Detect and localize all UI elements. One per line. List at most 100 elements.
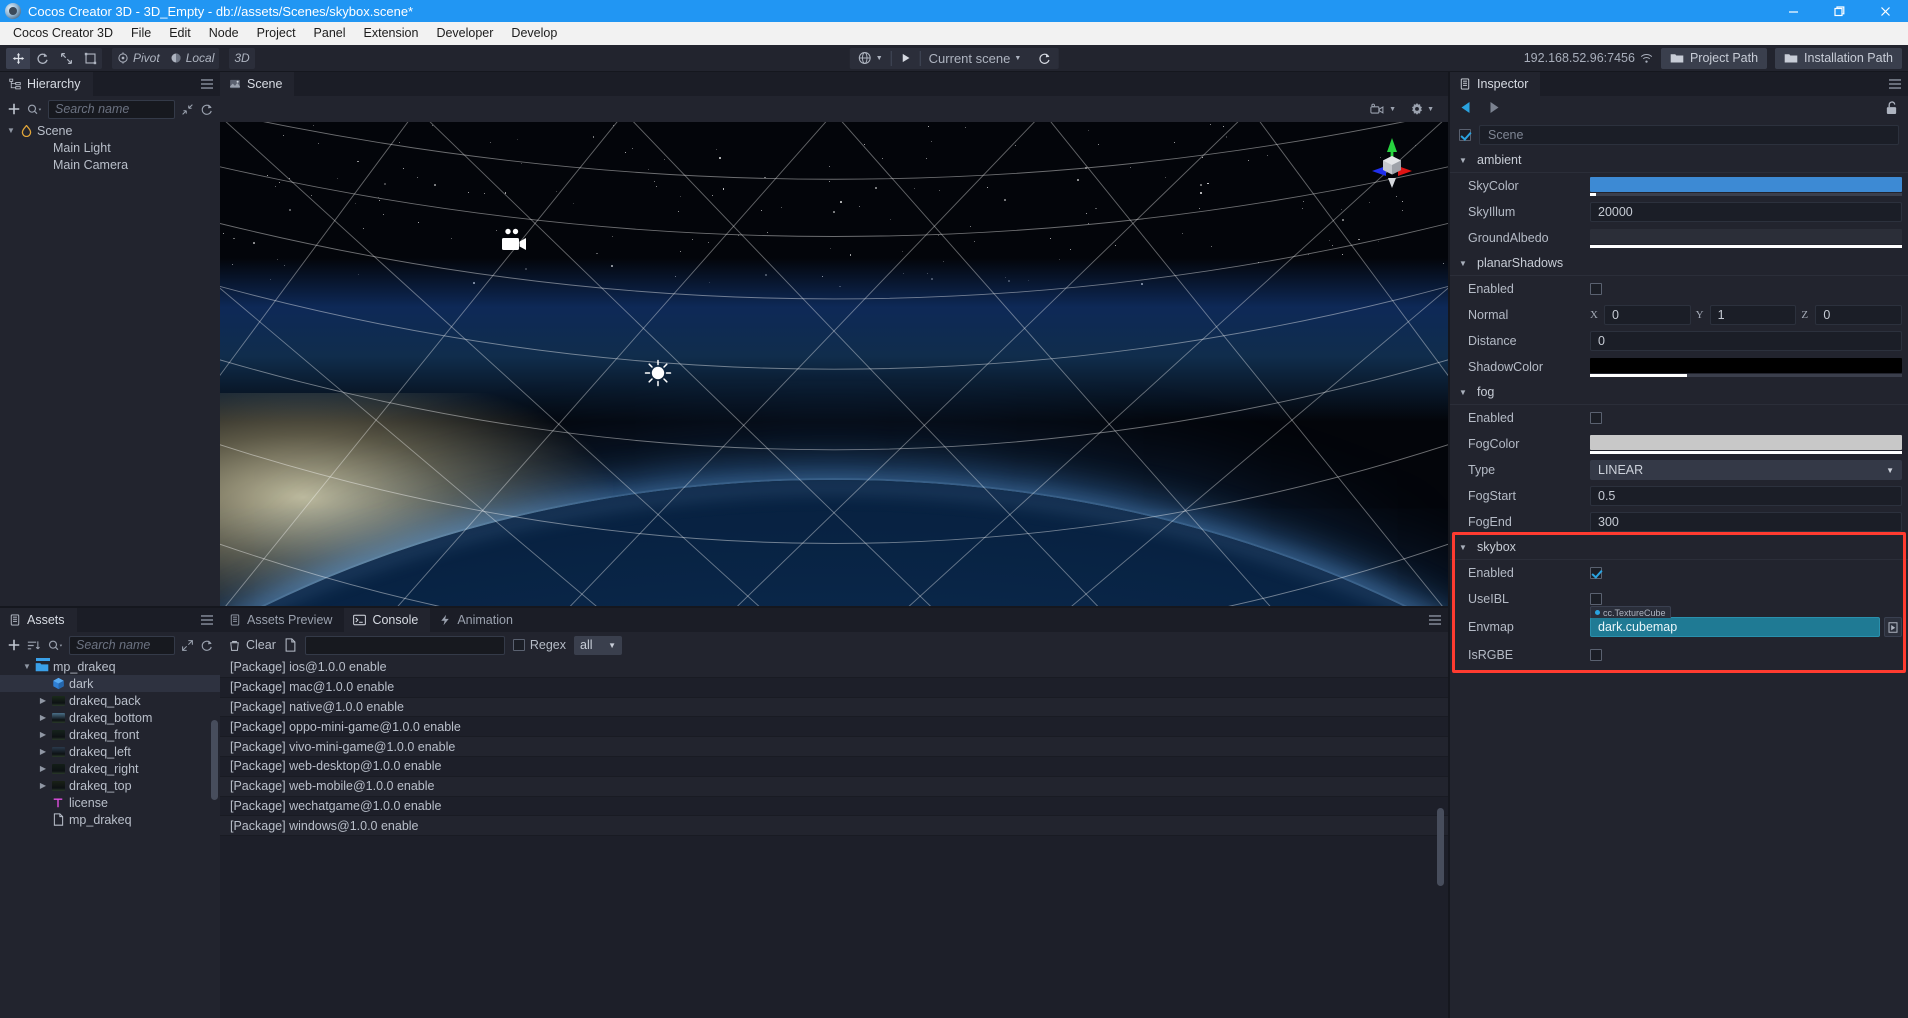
normal-x-input[interactable]: 0	[1604, 305, 1691, 325]
planar-distance-input[interactable]: 0	[1590, 331, 1902, 351]
console-log-row[interactable]: [Package] vivo-mini-game@1.0.0 enable	[220, 737, 1448, 757]
move-tool-button[interactable]	[6, 47, 30, 69]
assets-tree-row[interactable]: ▶ drakeq_bottom	[0, 709, 220, 726]
section-header-ambient[interactable]: ▼ ambient	[1450, 148, 1908, 173]
preview-device-button[interactable]: ▼	[850, 48, 891, 69]
normal-z-input[interactable]: 0	[1815, 305, 1903, 325]
fog-enabled-checkbox[interactable]	[1590, 412, 1602, 424]
hierarchy-search-mode-button[interactable]	[27, 103, 42, 116]
console-log-list[interactable]: [Package] ios@1.0.0 enable [Package] mac@…	[220, 658, 1448, 1018]
assets-tree-row[interactable]: ▶ drakeq_left	[0, 743, 220, 760]
assets-tree-row[interactable]: ▶ drakeq_front	[0, 726, 220, 743]
tab-animation[interactable]: Animation	[430, 608, 525, 632]
assets-tree[interactable]: ▼mp_drakeq▶dark▶drakeq_back▶drakeq_botto…	[0, 658, 220, 1018]
assets-search-box[interactable]	[69, 635, 175, 655]
console-regex-toggle[interactable]: Regex	[512, 638, 566, 652]
assets-tree-row[interactable]: ▶license	[0, 794, 220, 811]
fog-color-picker[interactable]	[1590, 434, 1902, 454]
collapse-all-button[interactable]	[181, 103, 194, 116]
play-button[interactable]	[892, 48, 920, 69]
coordinate-toggle-button[interactable]: Local	[165, 48, 220, 69]
skybox-useibl-checkbox[interactable]	[1590, 593, 1602, 605]
menu-item-project[interactable]: Project	[248, 22, 305, 45]
node-name-field[interactable]: Scene	[1479, 125, 1899, 145]
scene-camera-menu-button[interactable]: ▼	[1370, 103, 1396, 116]
skybox-enabled-checkbox[interactable]	[1590, 567, 1602, 579]
pivot-toggle-button[interactable]: Pivot	[112, 48, 165, 69]
rotate-tool-button[interactable]	[30, 48, 54, 69]
assets-tree-row[interactable]: ▶ drakeq_back	[0, 692, 220, 709]
console-log-row[interactable]: [Package] web-desktop@1.0.0 enable	[220, 756, 1448, 777]
tab-inspector[interactable]: Inspector	[1450, 72, 1541, 96]
tab-assets[interactable]: Assets	[0, 608, 77, 632]
sort-assets-button[interactable]	[27, 639, 42, 652]
hierarchy-node-row[interactable]: ▼ Scene	[0, 122, 220, 139]
hierarchy-search-box[interactable]	[48, 99, 175, 119]
fog-start-input[interactable]: 0.5	[1590, 486, 1902, 506]
console-menu-button[interactable]	[1428, 608, 1442, 632]
regex-checkbox[interactable]	[512, 639, 525, 651]
assets-tree-row[interactable]: ▶mp_drakeq	[0, 811, 220, 828]
add-node-button[interactable]	[7, 102, 21, 116]
inspector-back-button[interactable]	[1460, 101, 1471, 117]
project-path-button[interactable]: Project Path	[1660, 47, 1768, 69]
ground-albedo-swatch[interactable]	[1590, 228, 1902, 244]
section-header-planar-shadows[interactable]: ▼ planarShadows	[1450, 251, 1908, 276]
inspector-forward-button[interactable]	[1489, 101, 1500, 117]
rect-tool-button[interactable]	[78, 48, 102, 69]
sky-color-picker[interactable]	[1590, 176, 1902, 196]
envmap-asset-field[interactable]: cc.TextureCube dark.cubemap	[1590, 606, 1880, 637]
scene-settings-menu-button[interactable]: ▼	[1410, 102, 1434, 116]
main-light-gizmo[interactable]	[644, 359, 672, 390]
console-scrollbar[interactable]	[1437, 808, 1444, 886]
fog-end-input[interactable]: 300	[1590, 512, 1902, 532]
sky-illum-input[interactable]: 20000	[1590, 202, 1902, 222]
envmap-pick-button[interactable]	[1884, 617, 1902, 637]
expand-arrow-icon[interactable]: ▶	[36, 696, 50, 705]
hierarchy-menu-button[interactable]	[200, 72, 214, 96]
inspector-menu-button[interactable]	[1888, 72, 1902, 96]
shadow-color-picker[interactable]	[1590, 357, 1902, 377]
tab-console[interactable]: Console	[344, 608, 431, 632]
section-header-fog[interactable]: ▼ fog	[1450, 380, 1908, 405]
console-log-row[interactable]: [Package] mac@1.0.0 enable	[220, 677, 1448, 698]
assets-scrollbar[interactable]	[211, 720, 218, 800]
expand-arrow-down-icon[interactable]: ▼	[4, 126, 18, 135]
scene-select-dropdown[interactable]: Current scene ▼	[921, 48, 1030, 69]
tab-scene[interactable]: Scene	[220, 72, 295, 96]
hierarchy-node-row[interactable]: ▶Main Camera	[0, 156, 220, 173]
console-log-row[interactable]: [Package] ios@1.0.0 enable	[220, 658, 1448, 678]
fog-color-swatch[interactable]	[1590, 434, 1902, 450]
menu-item-developer[interactable]: Developer	[427, 22, 502, 45]
expand-arrow-icon[interactable]: ▶	[36, 713, 50, 722]
dimension-toggle-button[interactable]: 3D	[229, 48, 254, 69]
menu-item-panel[interactable]: Panel	[305, 22, 355, 45]
tab-assets-preview[interactable]: Assets Preview	[220, 608, 345, 632]
console-log-row[interactable]: [Package] windows@1.0.0 enable	[220, 816, 1448, 837]
assets-tree-row[interactable]: ▼ mp_drakeq	[0, 658, 220, 675]
menu-item-node[interactable]: Node	[200, 22, 248, 45]
hierarchy-tree[interactable]: ▼ Scene▶Main Light▶Main Camera	[0, 122, 220, 606]
inspector-lock-button[interactable]	[1885, 100, 1898, 118]
ground-albedo-picker[interactable]	[1590, 228, 1902, 248]
expand-all-button[interactable]	[181, 639, 194, 652]
console-clear-button[interactable]: Clear	[228, 638, 276, 652]
maximize-button[interactable]	[1816, 0, 1862, 22]
console-level-select[interactable]: all ▼	[574, 635, 623, 655]
console-log-row[interactable]: [Package] native@1.0.0 enable	[220, 697, 1448, 718]
tab-hierarchy[interactable]: Hierarchy	[0, 72, 93, 96]
sky-color-swatch[interactable]	[1590, 176, 1902, 192]
assets-tree-row[interactable]: ▶dark	[0, 675, 220, 692]
menu-item-edit[interactable]: Edit	[160, 22, 200, 45]
expand-arrow-icon[interactable]: ▶	[36, 747, 50, 756]
add-asset-button[interactable]	[7, 638, 21, 652]
console-log-row[interactable]: [Package] wechatgame@1.0.0 enable	[220, 796, 1448, 817]
hierarchy-node-row[interactable]: ▶Main Light	[0, 139, 220, 156]
console-log-row[interactable]: [Package] oppo-mini-game@1.0.0 enable	[220, 717, 1448, 738]
planar-enabled-checkbox[interactable]	[1590, 283, 1602, 295]
console-filter-input[interactable]	[305, 636, 504, 654]
node-enabled-checkbox[interactable]	[1459, 129, 1471, 141]
shadow-color-swatch[interactable]	[1590, 357, 1902, 373]
expand-arrow-icon[interactable]: ▶	[36, 781, 50, 790]
menu-item-extension[interactable]: Extension	[355, 22, 428, 45]
